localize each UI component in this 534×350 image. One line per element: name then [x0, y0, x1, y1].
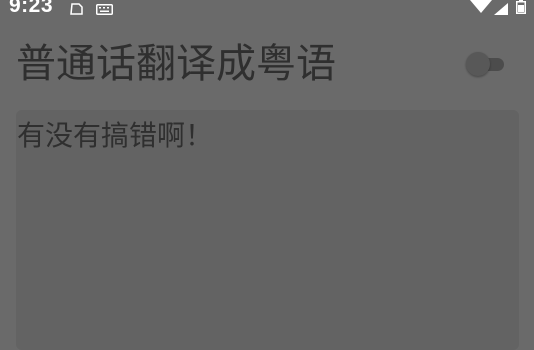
translate-direction-toggle[interactable] — [466, 52, 508, 76]
battery-icon — [516, 0, 526, 18]
input-card[interactable]: 有没有搞错啊！ — [16, 110, 519, 350]
toggle-thumb — [466, 52, 490, 76]
status-bar: 9:23 — [0, 0, 534, 20]
input-text[interactable]: 有没有搞错啊！ — [17, 116, 213, 156]
status-time: 9:23 — [9, 0, 54, 17]
header: 普通话翻译成粤语 — [0, 36, 534, 96]
signal-icon — [494, 0, 508, 19]
wifi-icon — [470, 0, 492, 18]
page-title: 普通话翻译成粤语 — [16, 41, 336, 87]
keyboard-icon — [96, 0, 113, 19]
file-icon — [70, 0, 83, 19]
